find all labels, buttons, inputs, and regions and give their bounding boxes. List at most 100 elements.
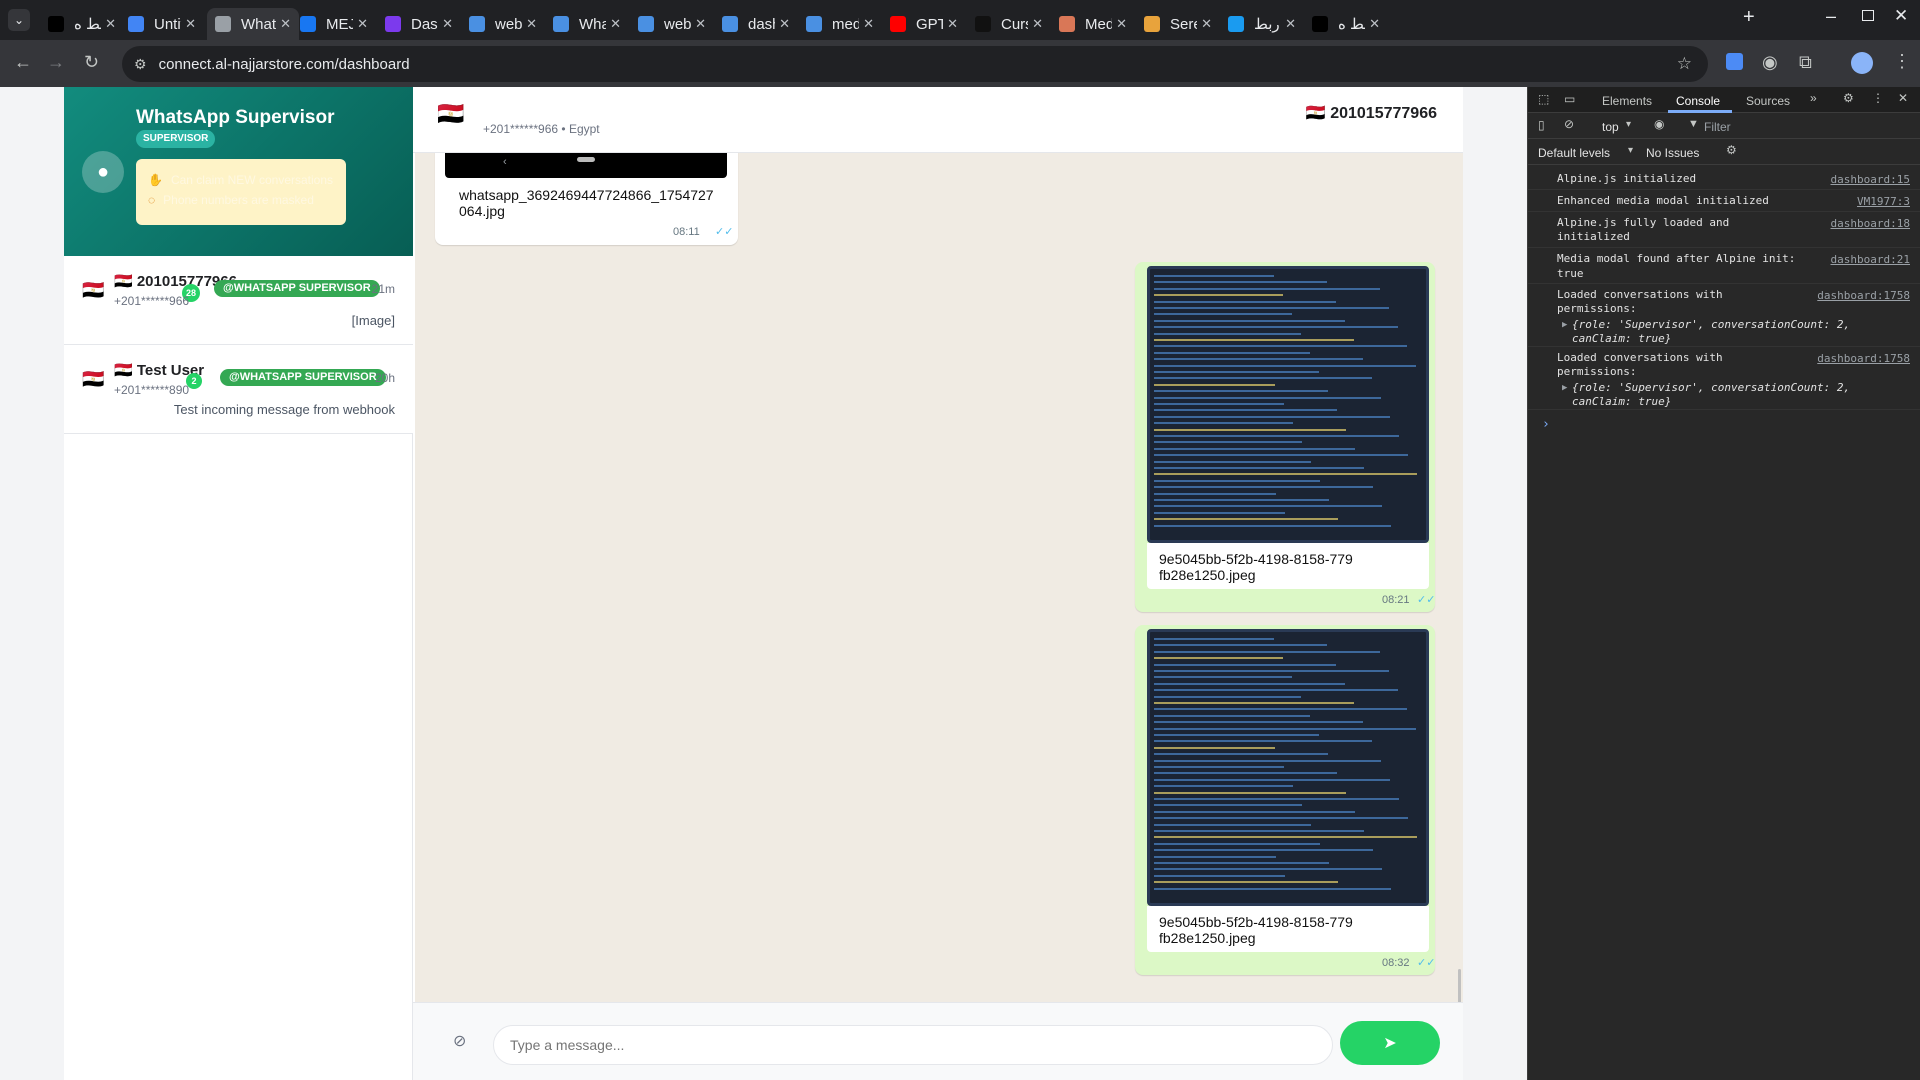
menu-icon[interactable]: ⋮ [1872, 91, 1884, 105]
issues-count[interactable]: No Issues [1646, 146, 1699, 160]
puzzle-icon[interactable]: ⧉ [1799, 53, 1812, 71]
translate-icon[interactable] [1726, 53, 1743, 70]
browser-tab[interactable]: What✕ [545, 8, 629, 40]
conversation-item[interactable]: 🇪🇬 🇪🇬 Test User 2 @WHATSAPP SUPERVISOR 2… [64, 345, 413, 434]
screenshot-text-line [1154, 644, 1327, 647]
log-text: Loaded conversations with permissions: [1557, 351, 1723, 378]
new-tab-button[interactable]: + [1743, 6, 1755, 29]
browser-tab[interactable]: medi✕ [798, 8, 882, 40]
menu-icon[interactable]: ⋮ [1893, 52, 1911, 70]
browser-tab[interactable]: MEJ ✕ [292, 8, 376, 40]
send-button[interactable]: ➤ [1340, 1021, 1440, 1065]
browser-tab[interactable]: Medi✕ [1051, 8, 1135, 40]
browser-tab[interactable]: Dash✕ [377, 8, 461, 40]
conversation-item[interactable]: 🇪🇬 🇪🇬 201015777966 28 @WHATSAPP SUPERVIS… [64, 256, 413, 345]
eye-icon[interactable]: ◉ [1654, 117, 1664, 131]
tab-elements[interactable]: Elements [1602, 94, 1652, 108]
browser-tab[interactable]: ربط ه✕ [40, 8, 124, 40]
log-source-link[interactable]: dashboard:1758 [1817, 352, 1910, 365]
address-bar[interactable]: ⚙ connect.al-najjarstore.com/dashboard ☆ [122, 46, 1708, 82]
close-window-button[interactable]: ✕ [1894, 6, 1908, 26]
browser-tab[interactable]: GPT-✕ [882, 8, 966, 40]
forward-icon[interactable]: → [47, 53, 65, 71]
screenshot-text-line [1154, 798, 1399, 800]
restore-button[interactable] [1862, 10, 1874, 21]
tab-sources[interactable]: Sources [1746, 94, 1790, 108]
log-source-link[interactable]: dashboard:18 [1831, 217, 1910, 230]
browser-tab[interactable]: web.✕ [461, 8, 545, 40]
clear-console-icon[interactable]: ⊘ [1564, 117, 1574, 131]
expand-triangle-icon[interactable]: ▶ [1562, 383, 1567, 393]
close-tab-icon[interactable]: ✕ [442, 16, 453, 32]
browser-tab[interactable]: ربط ✕ [1220, 8, 1304, 40]
scrollbar-thumb[interactable] [1458, 969, 1461, 1002]
browser-tab[interactable]: Curs✕ [967, 8, 1051, 40]
context-select[interactable]: top [1602, 120, 1619, 134]
browser-tab[interactable]: Untitl✕ [120, 8, 204, 40]
tab-console[interactable]: Console [1676, 94, 1720, 108]
screenshot-text-line [1154, 486, 1373, 489]
close-tab-icon[interactable]: ✕ [357, 16, 368, 32]
message-input[interactable] [493, 1025, 1333, 1065]
minimize-button[interactable]: – [1826, 6, 1836, 27]
close-tab-icon[interactable]: ✕ [610, 16, 621, 32]
filter-input[interactable]: Filter [1704, 120, 1731, 134]
log-source-link[interactable]: VM1977:3 [1857, 195, 1910, 208]
sidebar-toggle-icon[interactable]: ▯ [1538, 118, 1545, 132]
log-source-link[interactable]: dashboard:1758 [1817, 289, 1910, 302]
browser-tab[interactable]: What✕ [207, 8, 299, 40]
close-icon[interactable]: ✕ [1898, 91, 1908, 105]
flag-icon: 🇪🇬 [82, 280, 105, 300]
close-tab-icon[interactable]: ✕ [863, 16, 874, 32]
image-preview[interactable]: ‹ [445, 153, 727, 178]
tab-search-button[interactable]: ⌄ [8, 9, 30, 31]
console-prompt-icon[interactable]: › [1542, 417, 1550, 432]
close-tab-icon[interactable]: ✕ [1032, 16, 1043, 32]
log-object[interactable]: {role: 'Supervisor', conversationCount: … [1572, 318, 1892, 346]
message-bubble-incoming[interactable]: ‹ whatsapp_36924694477248​66_1754727064.… [435, 153, 738, 245]
close-tab-icon[interactable]: ✕ [947, 16, 958, 32]
close-tab-icon[interactable]: ✕ [1116, 16, 1127, 32]
image-preview[interactable] [1147, 266, 1429, 543]
close-tab-icon[interactable]: ✕ [1201, 16, 1212, 32]
image-preview[interactable] [1147, 629, 1429, 906]
browser-tab[interactable]: web.✕ [630, 8, 714, 40]
browser-tab[interactable]: dash✕ [714, 8, 798, 40]
log-levels-select[interactable]: Default levels [1538, 146, 1610, 160]
settings-icon[interactable]: ⚙ [1843, 91, 1854, 105]
console-log-entry: Loaded conversations with permissions: ▶… [1528, 347, 1920, 410]
message-bubble-outgoing[interactable]: 9e5045bb-5f2b-4198-8158-779fb28e1250.jpe… [1135, 625, 1435, 975]
site-info-icon[interactable]: ⚙ [134, 56, 147, 73]
close-tab-icon[interactable]: ✕ [185, 16, 196, 32]
close-tab-icon[interactable]: ✕ [280, 16, 291, 32]
back-icon[interactable]: ← [14, 53, 32, 71]
close-tab-icon[interactable]: ✕ [695, 16, 706, 32]
device-toggle-icon[interactable]: ▭ [1564, 92, 1575, 106]
message-list[interactable]: ‹ whatsapp_36924694477248​66_1754727064.… [415, 153, 1463, 1002]
more-tabs-icon[interactable]: » [1810, 91, 1817, 105]
message-bubble-outgoing[interactable]: 9e5045bb-5f2b-4198-8158-779fb28e1250.jpe… [1135, 262, 1435, 612]
profile-avatar[interactable] [1851, 52, 1873, 74]
expand-triangle-icon[interactable]: ▶ [1562, 320, 1567, 330]
browser-tab[interactable]: ربط ه✕ [1304, 8, 1388, 40]
bookmark-star-icon[interactable]: ☆ [1677, 54, 1692, 74]
reload-icon[interactable]: ↻ [84, 53, 99, 71]
log-source-link[interactable]: dashboard:21 [1831, 253, 1910, 266]
url-text[interactable]: connect.al-najjarstore.com/dashboard [159, 56, 410, 73]
close-tab-icon[interactable]: ✕ [1285, 16, 1296, 32]
close-tab-icon[interactable]: ✕ [779, 16, 790, 32]
close-tab-icon[interactable]: ✕ [1369, 16, 1380, 32]
attach-icon[interactable]: ⊘ [453, 1031, 466, 1051]
screenshot-text-line [1154, 810, 1355, 813]
tab-title: ربط ه [74, 16, 101, 33]
log-object[interactable]: {role: 'Supervisor', conversationCount: … [1572, 381, 1892, 409]
screenshot-text-line [1154, 676, 1292, 679]
close-tab-icon[interactable]: ✕ [105, 16, 116, 32]
log-source-link[interactable]: dashboard:15 [1831, 173, 1910, 186]
console-settings-icon[interactable]: ⚙ [1726, 143, 1737, 157]
close-tab-icon[interactable]: ✕ [526, 16, 537, 32]
inspect-icon[interactable]: ⬚ [1538, 92, 1549, 106]
browser-tab[interactable]: Sere✕ [1136, 8, 1220, 40]
extension-icon[interactable]: ◉ [1762, 53, 1778, 71]
screenshot-text-line [1154, 435, 1399, 437]
